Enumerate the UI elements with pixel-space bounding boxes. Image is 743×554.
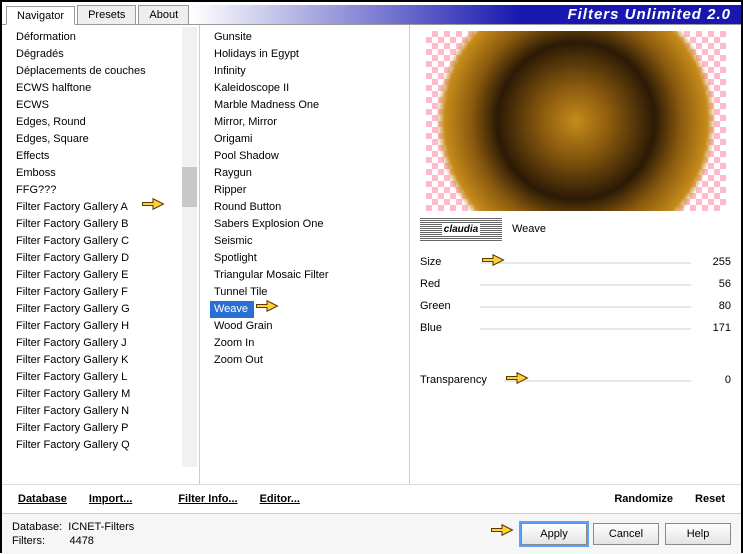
category-item[interactable]: Filter Factory Gallery Q: [12, 437, 199, 454]
filter-item[interactable]: Sabers Explosion One: [210, 216, 409, 233]
category-item[interactable]: Edges, Round: [12, 114, 199, 131]
filter-item[interactable]: Origami: [210, 131, 409, 148]
filter-item[interactable]: Raygun: [210, 165, 409, 182]
tab-about[interactable]: About: [138, 5, 189, 24]
randomize-button[interactable]: Randomize: [606, 489, 681, 509]
category-item[interactable]: ECWS: [12, 97, 199, 114]
param-blue[interactable]: Blue 171: [420, 317, 731, 339]
category-item[interactable]: Dégradés: [12, 46, 199, 63]
filter-item[interactable]: Gunsite: [210, 29, 409, 46]
category-item[interactable]: Filter Factory Gallery K: [12, 352, 199, 369]
filter-item[interactable]: Wood Grain: [210, 318, 409, 335]
category-item[interactable]: Filter Factory Gallery A: [12, 199, 199, 216]
filter-list[interactable]: GunsiteHolidays in EgyptInfinityKaleidos…: [200, 25, 409, 484]
filter-info-button[interactable]: Filter Info...: [170, 489, 245, 509]
category-item[interactable]: Emboss: [12, 165, 199, 182]
filter-item[interactable]: Weave: [210, 301, 254, 318]
filter-item[interactable]: Seismic: [210, 233, 409, 250]
filter-item[interactable]: Round Button: [210, 199, 409, 216]
vendor-logo: claudia: [420, 217, 502, 241]
filter-item[interactable]: Ripper: [210, 182, 409, 199]
category-item[interactable]: FFG???: [12, 182, 199, 199]
filter-item[interactable]: Zoom Out: [210, 352, 409, 369]
help-button[interactable]: Help: [665, 523, 731, 545]
category-item[interactable]: Filter Factory Gallery J: [12, 335, 199, 352]
category-list[interactable]: DéformationDégradésDéplacements de couch…: [2, 25, 199, 484]
param-red[interactable]: Red 56: [420, 273, 731, 295]
pointer-icon: [140, 197, 166, 215]
category-item[interactable]: Filter Factory Gallery L: [12, 369, 199, 386]
category-item[interactable]: Filter Factory Gallery C: [12, 233, 199, 250]
category-item[interactable]: Filter Factory Gallery B: [12, 216, 199, 233]
preview-image: [426, 31, 726, 211]
category-item[interactable]: Effects: [12, 148, 199, 165]
tab-presets[interactable]: Presets: [77, 5, 136, 24]
pointer-icon: [480, 253, 506, 271]
pointer-icon: [254, 299, 280, 317]
category-item[interactable]: Filter Factory Gallery H: [12, 318, 199, 335]
reset-button[interactable]: Reset: [687, 489, 733, 509]
category-item[interactable]: Filter Factory Gallery E: [12, 267, 199, 284]
param-transparency[interactable]: Transparency 0: [420, 369, 731, 391]
current-filter-name: Weave: [512, 223, 546, 235]
app-title: Filters Unlimited 2.0: [191, 5, 741, 24]
footer-info: Database: ICNET-Filters Filters: 4478: [12, 520, 134, 548]
filter-item[interactable]: Infinity: [210, 63, 409, 80]
param-size[interactable]: Size 255: [420, 251, 731, 273]
filter-item[interactable]: Spotlight: [210, 250, 409, 267]
category-item[interactable]: Déformation: [12, 29, 199, 46]
category-item[interactable]: Filter Factory Gallery D: [12, 250, 199, 267]
editor-button[interactable]: Editor...: [252, 489, 308, 509]
pointer-icon: [504, 371, 530, 389]
category-item[interactable]: Filter Factory Gallery F: [12, 284, 199, 301]
filter-item[interactable]: Marble Madness One: [210, 97, 409, 114]
apply-button[interactable]: Apply: [521, 523, 587, 545]
filter-item[interactable]: Holidays in Egypt: [210, 46, 409, 63]
category-item[interactable]: Filter Factory Gallery N: [12, 403, 199, 420]
filter-item[interactable]: Tunnel Tile: [210, 284, 409, 301]
category-item[interactable]: Edges, Square: [12, 131, 199, 148]
category-item[interactable]: Filter Factory Gallery P: [12, 420, 199, 437]
category-item[interactable]: Déplacements de couches: [12, 63, 199, 80]
tab-navigator[interactable]: Navigator: [6, 6, 75, 25]
filter-item[interactable]: Zoom In: [210, 335, 409, 352]
category-item[interactable]: Filter Factory Gallery G: [12, 301, 199, 318]
filter-item[interactable]: Mirror, Mirror: [210, 114, 409, 131]
category-item[interactable]: Filter Factory Gallery M: [12, 386, 199, 403]
filter-item[interactable]: Pool Shadow: [210, 148, 409, 165]
category-item[interactable]: ECWS halftone: [12, 80, 199, 97]
pointer-icon: [489, 523, 515, 541]
category-scrollbar[interactable]: [182, 27, 197, 467]
scrollbar-thumb[interactable]: [182, 167, 197, 207]
database-button[interactable]: Database: [10, 489, 75, 509]
import-button[interactable]: Import...: [81, 489, 140, 509]
cancel-button[interactable]: Cancel: [593, 523, 659, 545]
filter-item[interactable]: Triangular Mosaic Filter: [210, 267, 409, 284]
param-green[interactable]: Green 80: [420, 295, 731, 317]
filter-item[interactable]: Kaleidoscope II: [210, 80, 409, 97]
